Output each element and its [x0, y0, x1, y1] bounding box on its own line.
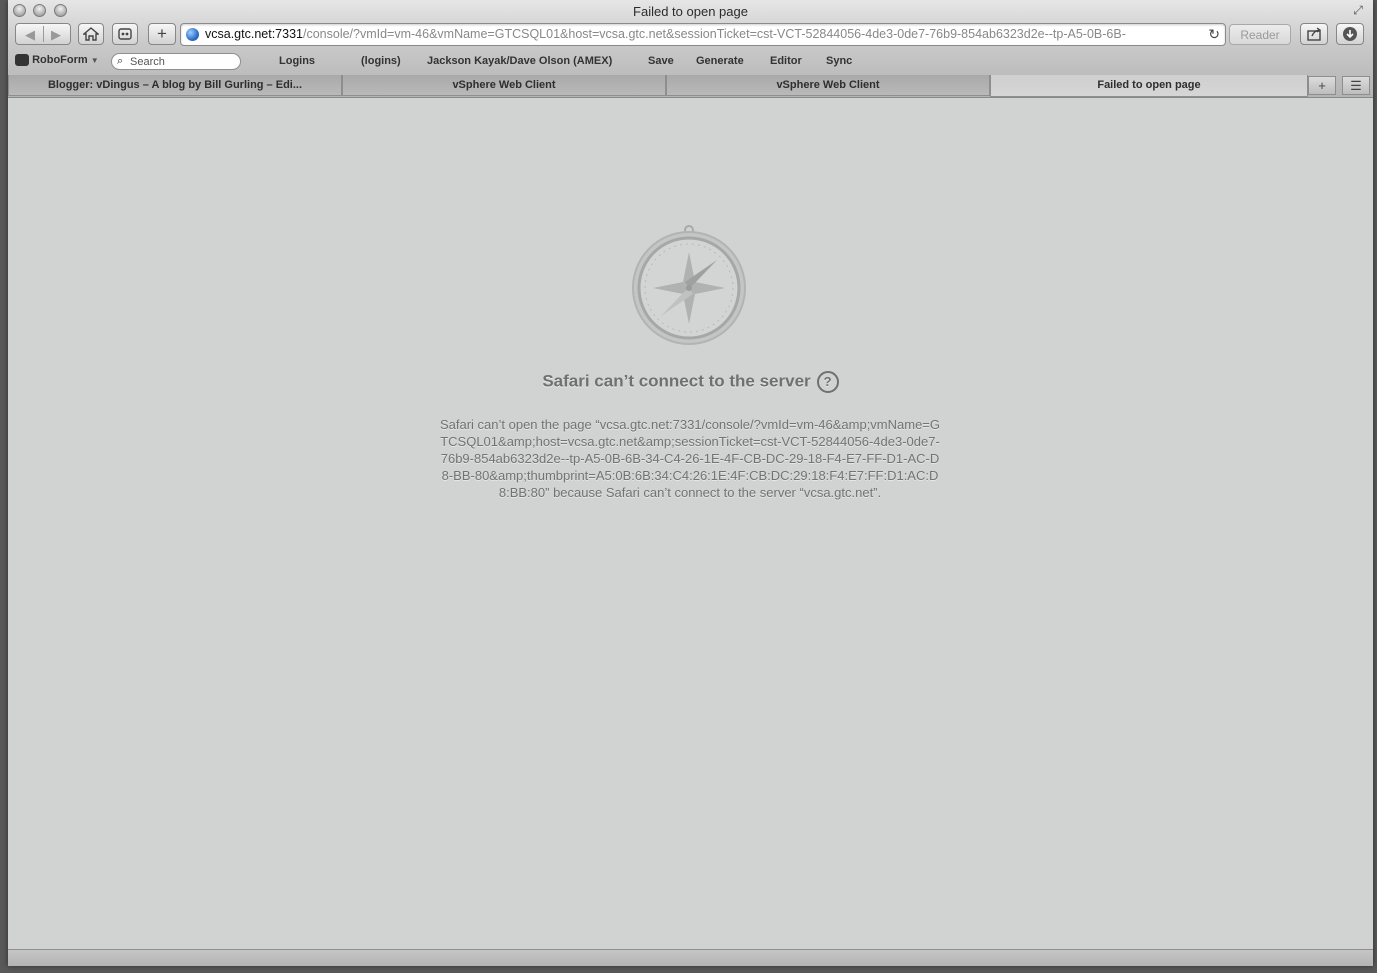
share-button[interactable] [1300, 23, 1328, 45]
error-message: Safari can’t open the page “vcsa.gtc.net… [439, 417, 941, 500]
help-icon[interactable]: ? [816, 371, 839, 393]
forward-arrow-icon[interactable]: ▶ [51, 27, 61, 43]
roboform-menu[interactable]: RoboForm ▼ [15, 54, 99, 67]
bookmarks-bar: RoboForm ▼ ⌕ Search Logins (logins) Jack… [8, 51, 1373, 73]
bookmark-logins[interactable]: Logins [279, 55, 315, 67]
tab-list-icon: ☰ [1350, 78, 1362, 93]
new-tab-button[interactable]: + [1308, 76, 1336, 95]
bookmark-sync[interactable]: Sync [826, 55, 852, 67]
status-bar [8, 949, 1373, 966]
tab-overview-button[interactable]: ☰ [1342, 76, 1370, 95]
address-bar[interactable]: vcsa.gtc.net:7331/console/?vmId=vm-46&vm… [180, 23, 1226, 46]
home-button[interactable] [78, 23, 104, 45]
bookmark-editor[interactable]: Editor [770, 55, 802, 67]
roboform-toolbar-button[interactable] [112, 23, 138, 45]
toolbar: ◀ ▶ + vcsa.gtc.net:7331/console/?vmId=vm… [8, 23, 1373, 47]
safari-compass-icon [632, 225, 746, 345]
bookmark-jackson-kayak[interactable]: Jackson Kayak/Dave Olson (AMEX) [427, 55, 612, 67]
search-placeholder: Search [130, 56, 165, 68]
downloads-button[interactable] [1336, 23, 1364, 45]
bookmark-generate[interactable]: Generate [696, 55, 744, 67]
window-title: Failed to open page [633, 4, 748, 19]
plus-icon: + [157, 24, 167, 43]
roboform-label: RoboForm [32, 54, 88, 66]
browser-chrome: Failed to open page ⤢ ◀ ▶ + vcsa.gtc.net… [8, 0, 1373, 98]
url-path: /console/?vmId=vm-46&vmName=GTCSQL01&hos… [302, 27, 1126, 41]
page-content: Safari can’t connect to the server? Safa… [8, 98, 1373, 950]
tab-vsphere-2[interactable]: vSphere Web Client [666, 75, 990, 96]
add-bookmark-button[interactable]: + [148, 23, 176, 45]
back-arrow-icon[interactable]: ◀ [25, 27, 35, 43]
url-text[interactable]: vcsa.gtc.net:7331/console/?vmId=vm-46&vm… [205, 27, 1199, 41]
reload-icon[interactable]: ↻ [1208, 26, 1220, 43]
tab-vsphere-1[interactable]: vSphere Web Client [342, 75, 666, 96]
roboform-logo-icon [15, 54, 29, 67]
title-bar: Failed to open page ⤢ [8, 0, 1373, 22]
bookmark-save[interactable]: Save [648, 55, 674, 67]
plus-icon: + [1318, 78, 1326, 93]
home-icon [83, 27, 99, 41]
search-icon: ⌕ [117, 55, 124, 67]
browser-window: Failed to open page ⤢ ◀ ▶ + vcsa.gtc.net… [8, 0, 1373, 966]
tab-failed-to-open[interactable]: Failed to open page [990, 75, 1308, 97]
tab-blogger[interactable]: Blogger: vDingus – A blog by Bill Gurlin… [8, 75, 342, 96]
tab-bar: Blogger: vDingus – A blog by Bill Gurlin… [8, 75, 1373, 97]
globe-icon [186, 28, 199, 41]
back-forward-segment: ◀ ▶ [15, 23, 71, 45]
dropdown-arrow-icon: ▼ [90, 56, 99, 65]
error-title-text: Safari can’t connect to the server [542, 371, 811, 391]
roboform-search-input[interactable]: ⌕ Search [111, 53, 241, 70]
reader-button[interactable]: Reader [1229, 24, 1291, 45]
bookmark-logins-paren[interactable]: (logins) [361, 55, 401, 67]
roboform-icon [118, 28, 132, 40]
fullscreen-icon[interactable]: ⤢ [1351, 3, 1365, 17]
url-host: vcsa.gtc.net:7331 [205, 27, 303, 41]
share-icon [1307, 27, 1322, 41]
download-icon [1343, 27, 1357, 41]
error-title: Safari can’t connect to the server? [8, 371, 1373, 393]
